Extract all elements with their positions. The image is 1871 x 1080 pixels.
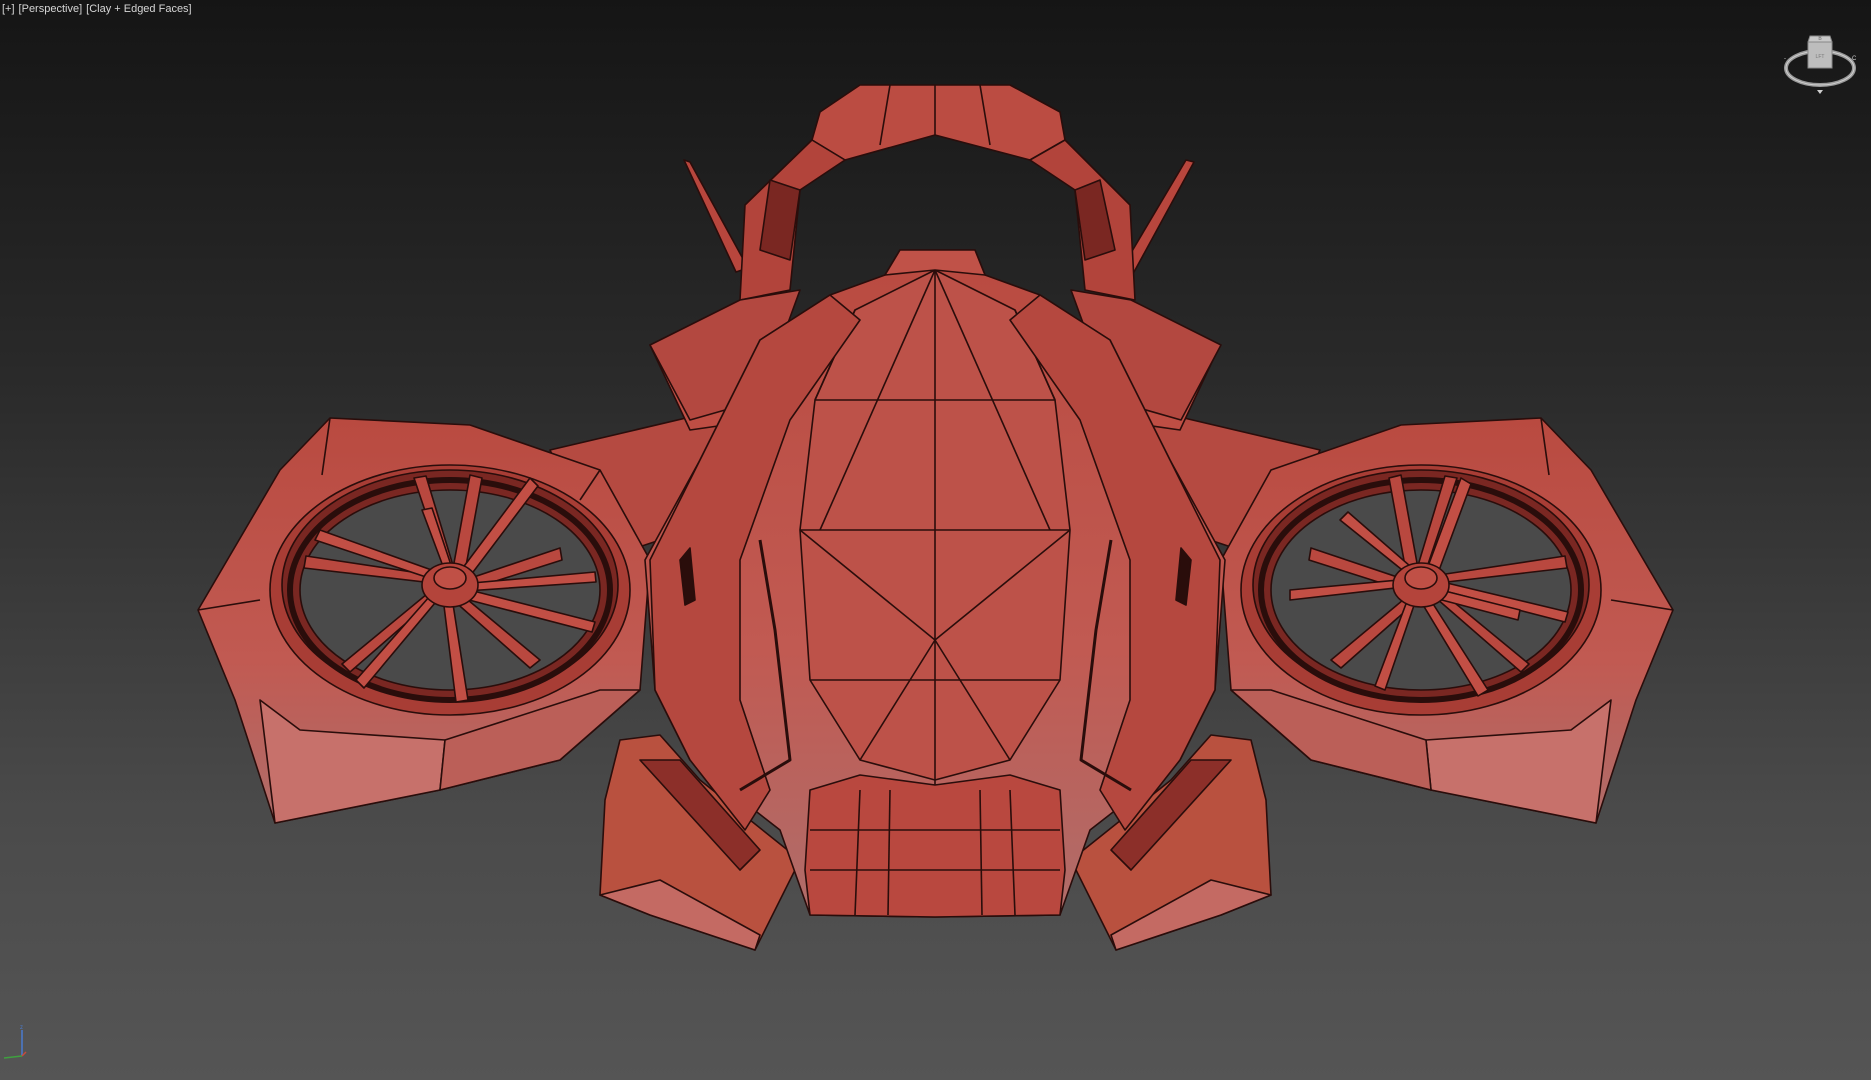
left-antenna [683,159,749,273]
right-rotor-housing [1220,417,1674,824]
perspective-viewport[interactable]: [+] [Perspective] [Clay + Edged Faces] B… [0,0,1871,1080]
svg-text:z: z [20,1025,23,1031]
svg-text:LFT: LFT [1816,54,1825,60]
svg-text:-: - [1784,56,1786,62]
viewcube-icon[interactable]: B LFT - C [1782,28,1858,98]
svg-text:C: C [1852,56,1857,62]
drone-model[interactable] [0,0,1871,1080]
axis-tripod-icon: z [3,1025,27,1059]
left-rotor-housing [197,417,651,824]
